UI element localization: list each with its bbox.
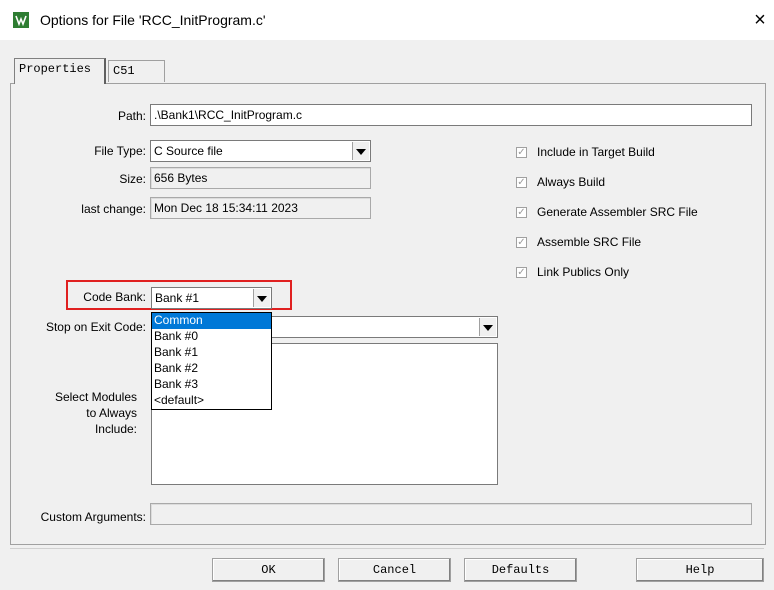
code-bank-select[interactable]: Bank #1: [151, 287, 272, 309]
tab-c51[interactable]: C51: [108, 60, 165, 82]
include-in-build-label: Include in Target Build: [537, 145, 655, 159]
last-change-value: Mon Dec 18 15:34:11 2023: [150, 197, 371, 219]
last-change-label: last change:: [81, 202, 146, 216]
help-button[interactable]: Help: [636, 558, 764, 582]
code-bank-value: Bank #1: [155, 291, 200, 305]
assemble-src-label: Assemble SRC File: [537, 235, 642, 249]
file-type-select[interactable]: C Source file: [150, 140, 371, 162]
close-icon[interactable]: ×: [748, 6, 772, 34]
link-publics-label: Link Publics Only: [537, 265, 630, 279]
defaults-button[interactable]: Defaults: [464, 558, 577, 582]
file-type-value: C Source file: [154, 144, 223, 158]
chevron-down-icon[interactable]: [352, 142, 369, 160]
divider: [10, 548, 764, 549]
tab-properties[interactable]: Properties: [14, 58, 106, 84]
code-bank-label: Code Bank:: [83, 290, 146, 304]
select-modules-label-2: to Always: [86, 406, 137, 420]
generate-src-label: Generate Assembler SRC File: [537, 205, 698, 219]
dropdown-option-default[interactable]: <default>: [152, 393, 271, 409]
size-value: 656 Bytes: [150, 167, 371, 189]
select-modules-label-1: Select Modules: [54, 390, 137, 404]
stop-on-exit-label: Stop on Exit Code:: [45, 320, 146, 334]
assemble-src-checkbox[interactable]: ✓: [516, 237, 527, 248]
window-title: Options for File 'RCC_InitProgram.c': [40, 12, 266, 28]
always-build-checkbox[interactable]: ✓: [516, 177, 527, 188]
always-build-label: Always Build: [537, 175, 606, 189]
dropdown-option-bank0[interactable]: Bank #0: [152, 329, 271, 345]
uvision-app-icon: [13, 12, 29, 28]
file-type-label: File Type:: [94, 144, 146, 158]
size-label: Size:: [119, 172, 146, 186]
path-field[interactable]: .\Bank1\RCC_InitProgram.c: [150, 104, 752, 126]
custom-args-field[interactable]: [150, 503, 752, 525]
code-bank-dropdown-list[interactable]: Common Bank #0 Bank #1 Bank #2 Bank #3 <…: [151, 312, 272, 410]
generate-src-checkbox[interactable]: ✓: [516, 207, 527, 218]
dropdown-option-bank1[interactable]: Bank #1: [152, 345, 271, 361]
chevron-down-icon[interactable]: [253, 289, 270, 307]
include-in-build-checkbox[interactable]: ✓: [516, 147, 527, 158]
link-publics-checkbox[interactable]: ✓: [516, 267, 527, 278]
dropdown-option-bank2[interactable]: Bank #2: [152, 361, 271, 377]
path-label: Path:: [117, 109, 146, 123]
dropdown-option-bank3[interactable]: Bank #3: [152, 377, 271, 393]
custom-args-label: Custom Arguments:: [40, 510, 146, 524]
dropdown-option-common[interactable]: Common: [152, 313, 271, 329]
chevron-down-icon[interactable]: [479, 318, 496, 336]
cancel-button[interactable]: Cancel: [338, 558, 451, 582]
ok-button[interactable]: OK: [212, 558, 325, 582]
select-modules-label-3: Include:: [94, 422, 137, 436]
